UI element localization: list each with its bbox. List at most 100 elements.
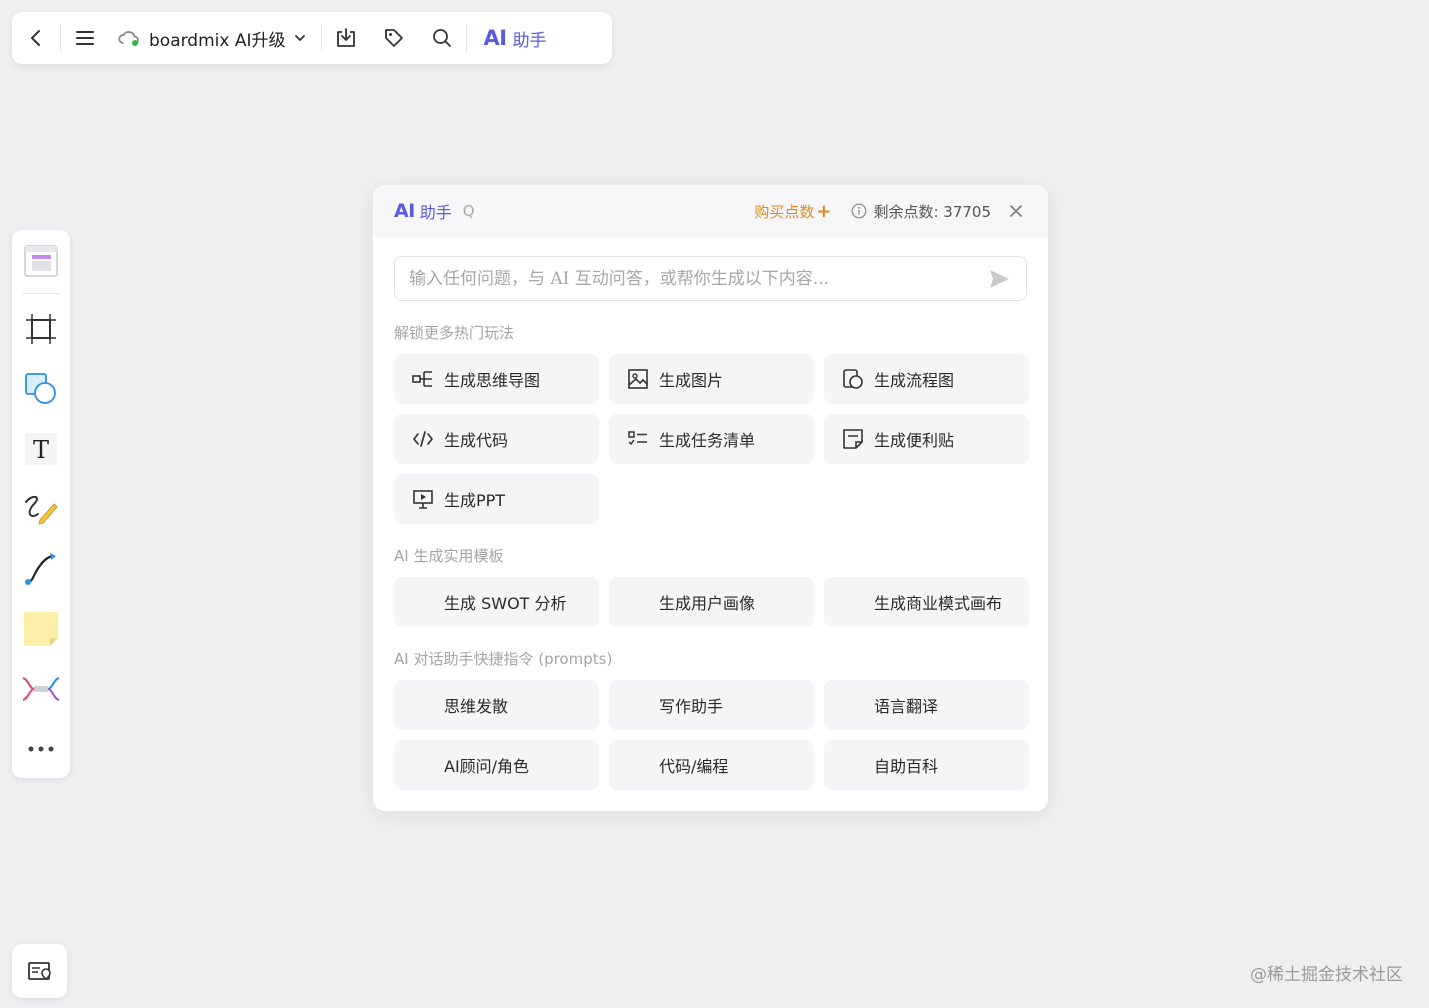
ai-prompt-input[interactable] bbox=[409, 268, 986, 289]
send-icon bbox=[990, 269, 1009, 288]
text-icon: T bbox=[25, 433, 57, 465]
pen-icon bbox=[25, 496, 58, 525]
template-business-canvas-button[interactable]: 生成商业模式画布 bbox=[824, 577, 1029, 627]
panel-title: AI 助手 Q bbox=[394, 199, 475, 223]
left-toolbar: T bbox=[12, 230, 70, 778]
prompt-brainstorm-button[interactable]: 思维发散 bbox=[394, 680, 599, 730]
card-label: 生成PPT bbox=[444, 491, 506, 510]
chevron-left-icon bbox=[31, 30, 40, 46]
tag-button[interactable] bbox=[370, 12, 418, 64]
more-tools-button[interactable] bbox=[12, 724, 70, 774]
buy-points-link[interactable]: 购买点数 + bbox=[754, 201, 831, 222]
close-icon bbox=[1010, 205, 1022, 217]
pen-tool[interactable] bbox=[12, 484, 70, 534]
buy-points-label: 购买点数 bbox=[754, 202, 815, 221]
generate-image-button[interactable]: 生成图片 bbox=[609, 354, 814, 404]
section-title-templates: AI 生成实用模板 bbox=[394, 547, 504, 565]
card-label: 生成图片 bbox=[659, 371, 724, 390]
shape-icon bbox=[25, 373, 56, 404]
remaining-points: 剩余点数: 37705 bbox=[851, 201, 991, 222]
text-tool[interactable]: T bbox=[12, 424, 70, 474]
generate-tasklist-button[interactable]: 生成任务清单 bbox=[609, 414, 814, 464]
generate-flowchart-button[interactable]: 生成流程图 bbox=[824, 354, 1029, 404]
prompt-coding-button[interactable]: 代码/编程 bbox=[609, 740, 814, 790]
divider bbox=[22, 293, 60, 294]
send-button[interactable] bbox=[986, 266, 1012, 292]
plus-icon: + bbox=[816, 200, 832, 222]
map-location-icon bbox=[27, 962, 51, 981]
flowchart-icon bbox=[843, 369, 863, 389]
presentation-icon bbox=[413, 490, 433, 509]
menu-button[interactable] bbox=[61, 12, 109, 64]
mindmap-tool[interactable] bbox=[12, 664, 70, 714]
svg-text:T: T bbox=[33, 436, 49, 464]
ai-assistant-panel: AI 助手 Q 购买点数 + 剩余点数: 37705 解锁更多热门玩法 生成思维… bbox=[373, 185, 1048, 811]
prompt-encyclopedia-button[interactable]: 自助百科 bbox=[824, 740, 1029, 790]
template-tool[interactable] bbox=[12, 236, 70, 286]
ai-prompt-box bbox=[394, 256, 1027, 301]
search-button[interactable] bbox=[418, 12, 466, 64]
ai-logo: AI bbox=[483, 26, 507, 50]
template-persona-button[interactable]: 生成用户画像 bbox=[609, 577, 814, 627]
prompt-writing-button[interactable]: 写作助手 bbox=[609, 680, 814, 730]
sticky-note-icon bbox=[24, 612, 58, 646]
info-icon[interactable] bbox=[851, 203, 867, 219]
card-label: 语言翻译 bbox=[874, 697, 939, 716]
generate-sticky-note-button[interactable]: 生成便利贴 bbox=[824, 414, 1029, 464]
menu-icon bbox=[76, 31, 94, 45]
card-label: 生成用户画像 bbox=[659, 594, 756, 613]
image-icon bbox=[628, 369, 648, 389]
download-button[interactable] bbox=[322, 12, 370, 64]
template-swot-button[interactable]: 生成 SWOT 分析 bbox=[394, 577, 599, 627]
connector-icon bbox=[25, 553, 56, 585]
more-icon bbox=[28, 746, 54, 752]
shape-tool[interactable] bbox=[12, 364, 70, 414]
card-label: 思维发散 bbox=[444, 697, 509, 716]
panel-header: AI 助手 Q 购买点数 + 剩余点数: 37705 bbox=[373, 185, 1048, 237]
back-button[interactable] bbox=[12, 12, 60, 64]
generate-code-button[interactable]: 生成代码 bbox=[394, 414, 599, 464]
card-label: 代码/编程 bbox=[659, 757, 729, 776]
card-label: 生成任务清单 bbox=[659, 431, 756, 450]
section-title-prompts: AI 对话助手快捷指令 (prompts) bbox=[394, 650, 613, 668]
card-label: 生成商业模式画布 bbox=[874, 594, 1003, 613]
card-label: 写作助手 bbox=[659, 697, 724, 716]
chevron-down-icon bbox=[295, 35, 306, 42]
frame-icon bbox=[26, 314, 56, 344]
file-title[interactable]: boardmix AI升级 bbox=[109, 12, 321, 64]
sticky-note-tool[interactable] bbox=[12, 604, 70, 654]
close-button[interactable] bbox=[1005, 200, 1027, 222]
card-label: 生成 SWOT 分析 bbox=[444, 594, 567, 613]
prompt-translate-button[interactable]: 语言翻译 bbox=[824, 680, 1029, 730]
mindmap-icon bbox=[22, 677, 60, 701]
generate-mindmap-button[interactable]: 生成思维导图 bbox=[394, 354, 599, 404]
connector-tool[interactable] bbox=[12, 544, 70, 594]
code-icon bbox=[413, 431, 433, 447]
card-label: 生成代码 bbox=[444, 431, 509, 450]
generate-ppt-button[interactable]: 生成PPT bbox=[394, 474, 599, 524]
frame-tool[interactable] bbox=[12, 304, 70, 354]
card-label: AI顾问/角色 bbox=[444, 757, 530, 776]
panel-header-actions: 购买点数 + 剩余点数: 37705 bbox=[754, 200, 1027, 222]
file-name: boardmix AI升级 bbox=[149, 30, 286, 51]
panel-title-hint: Q bbox=[462, 202, 475, 220]
search-icon bbox=[433, 29, 452, 47]
card-label: 自助百科 bbox=[874, 757, 939, 776]
sticky-note-icon bbox=[843, 429, 863, 449]
minimap-button[interactable] bbox=[12, 944, 67, 998]
prompt-advisor-button[interactable]: AI顾问/角色 bbox=[394, 740, 599, 790]
download-icon bbox=[337, 28, 356, 47]
card-label: 生成思维导图 bbox=[444, 371, 541, 390]
ai-logo: AI bbox=[394, 200, 415, 222]
template-icon bbox=[24, 245, 58, 277]
card-label: 生成便利贴 bbox=[874, 431, 955, 450]
ai-assistant-label: 助手 bbox=[512, 30, 547, 51]
cloud-synced-icon bbox=[118, 31, 139, 46]
card-label: 生成流程图 bbox=[874, 371, 955, 390]
panel-title-text: 助手 bbox=[419, 203, 452, 222]
ai-assistant-button[interactable]: AI 助手 bbox=[467, 12, 562, 64]
mindmap-icon bbox=[412, 371, 432, 387]
top-toolbar: boardmix AI升级 AI 助手 bbox=[12, 12, 612, 64]
section-title-hot: 解锁更多热门玩法 bbox=[394, 324, 515, 342]
watermark: @稀土掘金技术社区 bbox=[1250, 965, 1403, 985]
